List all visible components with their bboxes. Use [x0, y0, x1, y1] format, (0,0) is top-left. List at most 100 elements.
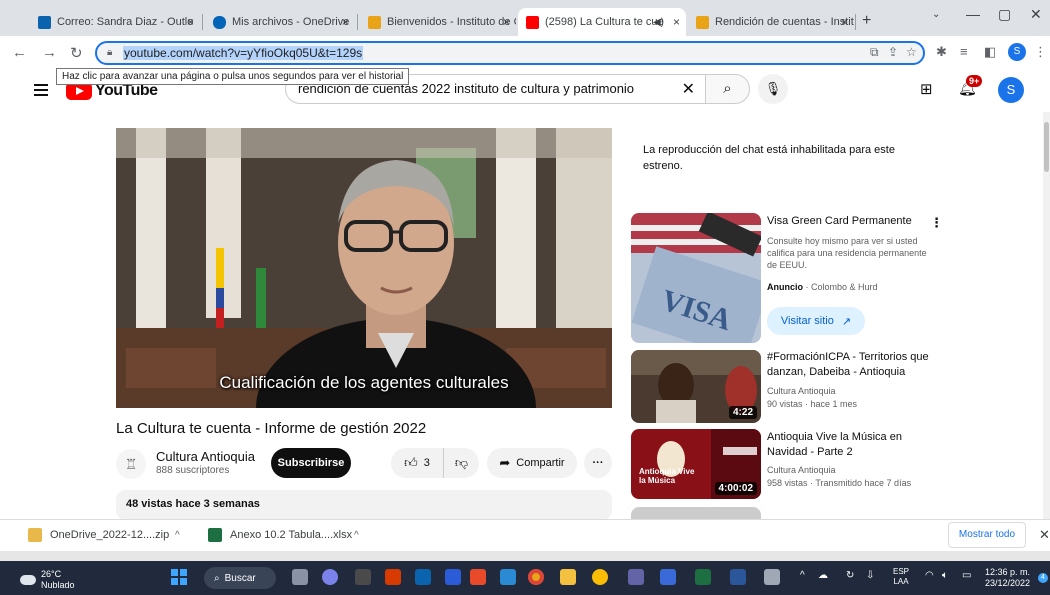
tab-onedrive[interactable]: Mis archivos - OneDrive ×: [205, 8, 355, 36]
reload-icon[interactable]: ↻: [70, 44, 83, 62]
taskbar-search-label: Buscar: [224, 572, 256, 584]
taskbar-search-button[interactable]: ⌕ Buscar: [204, 567, 276, 589]
close-downloads-bar-icon[interactable]: ✕: [1039, 527, 1050, 543]
background-window-strip: [0, 551, 1050, 561]
tray-apps-icon[interactable]: ☁: [818, 570, 828, 581]
side-panel-icon[interactable]: ◧: [984, 44, 996, 60]
cloud-weather-icon: [20, 575, 36, 585]
search-button[interactable]: ⌕: [705, 74, 750, 104]
word-app-icon[interactable]: [730, 569, 746, 585]
bookmark-star-icon[interactable]: ☆: [906, 45, 917, 59]
scrollbar-thumb[interactable]: [1044, 122, 1049, 172]
notification-center-badge[interactable]: 4: [1038, 573, 1048, 583]
minimize-button[interactable]: —: [966, 6, 980, 22]
app-icon[interactable]: [660, 569, 676, 585]
tab-search-icon[interactable]: ⌄: [932, 9, 940, 20]
recommendation-thumbnail[interactable]: Antioquia Vive la Música 4:00:02: [631, 429, 761, 499]
url-text[interactable]: youtube.com/watch?v=yYfioOkq05U&t=129s: [123, 46, 364, 60]
download-item-xlsx[interactable]: Anexo 10.2 Tabula....xlsx: [208, 528, 352, 542]
extensions-puzzle-icon[interactable]: ✱: [936, 44, 947, 60]
install-app-icon[interactable]: ⧉: [870, 45, 879, 60]
windows-start-icon[interactable]: [171, 569, 187, 585]
dislike-button[interactable]: 👎︎: [443, 448, 479, 478]
language-indicator[interactable]: ESP LAA: [893, 567, 909, 587]
chat-icon[interactable]: [322, 569, 338, 585]
wifi-icon[interactable]: ◠: [925, 570, 934, 581]
ad-title[interactable]: Visa Green Card Permanente: [767, 214, 937, 229]
video-player[interactable]: Cualificación de los agentes culturales: [116, 128, 612, 408]
download-item-zip[interactable]: OneDrive_2022-12....zip: [28, 528, 169, 542]
file-explorer-icon[interactable]: [355, 569, 371, 585]
tab-instituto[interactable]: Bienvenidos - Instituto de C ×: [360, 8, 516, 36]
more-actions-button[interactable]: ···: [584, 448, 612, 478]
maximize-button[interactable]: ▢: [998, 6, 1011, 23]
folder-icon[interactable]: [560, 569, 576, 585]
download-options-chevron-icon[interactable]: ^: [175, 530, 180, 541]
clear-search-icon[interactable]: ✕: [682, 79, 695, 99]
audio-playing-icon[interactable]: ◀): [653, 17, 664, 28]
like-button[interactable]: 👍︎ 3: [391, 448, 443, 478]
chrome-profile-icon[interactable]: [592, 569, 608, 585]
store-icon[interactable]: [500, 569, 516, 585]
reading-list-icon[interactable]: ≡: [960, 44, 968, 59]
ad-options-kebab-icon[interactable]: ⋮: [930, 215, 943, 231]
share-icon[interactable]: ⇪: [888, 45, 898, 59]
subscribe-button[interactable]: Subscribirse: [271, 448, 351, 478]
close-tab-icon[interactable]: ×: [187, 15, 194, 29]
new-tab-button[interactable]: +: [862, 12, 871, 30]
battery-icon[interactable]: ▭: [962, 570, 971, 581]
tab-rendicion[interactable]: Rendición de cuentas - Instit ×: [688, 8, 854, 36]
recommendation-channel[interactable]: Cultura Antioquia: [767, 385, 937, 398]
forward-arrow-icon[interactable]: →: [42, 44, 57, 61]
weather-condition: Nublado: [41, 580, 75, 590]
recommendation-title[interactable]: Antioquia Vive la Música en Navidad - Pa…: [767, 430, 937, 460]
menu-hamburger-icon[interactable]: [34, 84, 48, 99]
channel-name[interactable]: Cultura Antioquia: [156, 449, 255, 464]
ad-advertiser: · Colombo & Hurd: [805, 282, 878, 292]
video-stats: 48 vistas hace 3 semanas: [126, 498, 260, 510]
onedrive-app-icon[interactable]: [445, 569, 461, 585]
close-window-button[interactable]: ✕: [1030, 6, 1042, 23]
recommendation-thumbnail-partial[interactable]: [631, 507, 761, 519]
visit-site-button[interactable]: Visitar sitio ↗: [767, 307, 865, 335]
tray-chevron-icon[interactable]: ^: [800, 570, 805, 581]
system-clock[interactable]: 12:36 p. m. 23/12/2022: [985, 567, 1030, 589]
chrome-icon[interactable]: [528, 569, 544, 585]
office-suite-icon[interactable]: [470, 569, 486, 585]
share-label: Compartir: [516, 457, 565, 469]
browser-profile-avatar[interactable]: S: [1008, 43, 1026, 61]
browser-menu-icon[interactable]: ⋮: [1034, 44, 1047, 60]
tray-sync-icon[interactable]: ↻: [846, 570, 854, 581]
task-view-icon[interactable]: [292, 569, 308, 585]
close-tab-icon[interactable]: ×: [503, 15, 510, 29]
download-options-chevron-icon[interactable]: ^: [354, 530, 359, 541]
app-window-icon[interactable]: [764, 569, 780, 585]
description-box[interactable]: 48 vistas hace 3 semanas: [116, 490, 612, 520]
voice-search-mic-icon[interactable]: 🎙︎: [758, 74, 788, 104]
close-tab-icon[interactable]: ×: [342, 15, 349, 29]
tab-outlook[interactable]: Correo: Sandra Diaz - Outlo ×: [30, 8, 200, 36]
close-tab-icon[interactable]: ×: [841, 15, 848, 29]
volume-icon[interactable]: 🔈︎: [942, 570, 948, 581]
outlook-app-icon[interactable]: [415, 569, 431, 585]
page-scrollbar[interactable]: [1043, 112, 1050, 519]
recommendation-title[interactable]: #FormaciónICPA - Territorios que danzan,…: [767, 350, 937, 380]
office-icon[interactable]: [385, 569, 401, 585]
teams-icon[interactable]: [628, 569, 644, 585]
show-all-downloads-button[interactable]: Mostrar todo: [948, 522, 1026, 548]
weather-widget[interactable]: 26°C Nublado: [20, 569, 75, 591]
back-arrow-icon[interactable]: ←: [12, 44, 27, 61]
tray-usb-icon[interactable]: ⇩: [866, 570, 874, 581]
tab-youtube-active[interactable]: (2598) La Cultura te cue ◀) ×: [518, 8, 686, 36]
tab-separator: [202, 14, 203, 30]
recommendation-thumbnail[interactable]: 4:22: [631, 350, 761, 423]
address-bar[interactable]: 🔒︎ youtube.com/watch?v=yYfioOkq05U&t=129…: [95, 41, 925, 65]
ad-thumbnail[interactable]: VISA: [631, 213, 761, 343]
user-avatar[interactable]: S: [998, 77, 1024, 103]
recommendation-channel[interactable]: Cultura Antioquia: [767, 464, 937, 477]
close-tab-icon[interactable]: ×: [673, 15, 680, 29]
channel-avatar[interactable]: ♖: [116, 449, 146, 479]
excel-app-icon[interactable]: [695, 569, 711, 585]
create-video-icon[interactable]: ⊞: [920, 80, 933, 98]
share-button[interactable]: ➦ Compartir: [487, 448, 577, 478]
